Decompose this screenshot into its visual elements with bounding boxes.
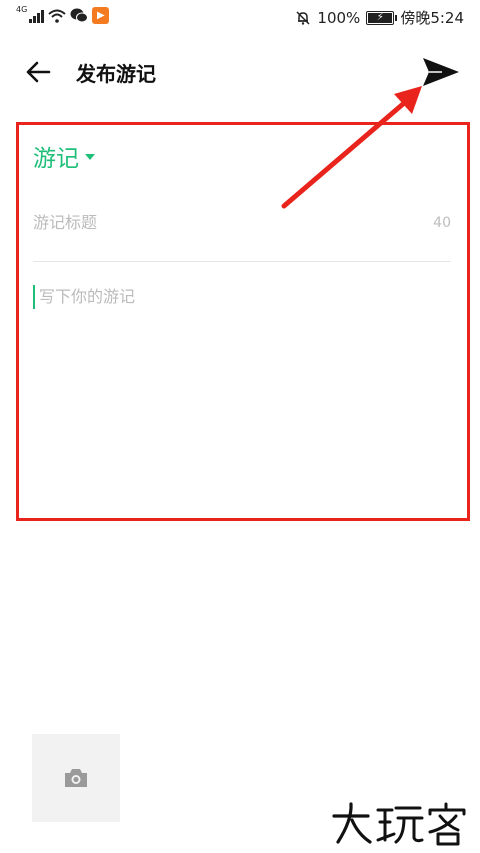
camera-icon (65, 769, 87, 787)
network-type: 4G (16, 5, 28, 14)
wifi-icon (48, 9, 66, 23)
battery-percent: 100% (317, 8, 361, 27)
signal-icon (29, 9, 45, 23)
battery-icon: ⚡ (366, 10, 398, 25)
watermark-logo (332, 802, 466, 846)
arrow-left-icon (26, 61, 51, 83)
category-label: 游记 (33, 146, 79, 172)
clock: 傍晚5:24 (400, 9, 464, 27)
send-button[interactable] (418, 52, 464, 92)
back-button[interactable] (20, 54, 56, 90)
header: 发布游记 (0, 44, 480, 100)
caret-down-icon (85, 154, 95, 160)
title-row: 40 (33, 205, 451, 262)
status-left: 4G ▶ (16, 5, 110, 24)
status-bar: 4G ▶ 100% ⚡ 傍晚5:24 (0, 0, 480, 34)
status-right: 100% ⚡ 傍晚5:24 (295, 7, 464, 28)
body-input[interactable] (33, 285, 449, 309)
category-dropdown[interactable]: 游记 (33, 139, 95, 173)
add-photo-button[interactable] (32, 734, 120, 822)
title-input[interactable] (33, 213, 403, 232)
wechat-icon (70, 8, 89, 23)
app-badge-icon: ▶ (92, 7, 110, 24)
send-icon (423, 58, 459, 86)
title-char-limit: 40 (433, 215, 451, 231)
bell-muted-icon (296, 10, 310, 25)
page-title: 发布游记 (76, 62, 156, 86)
editor-box: 游记 40 (16, 122, 470, 521)
